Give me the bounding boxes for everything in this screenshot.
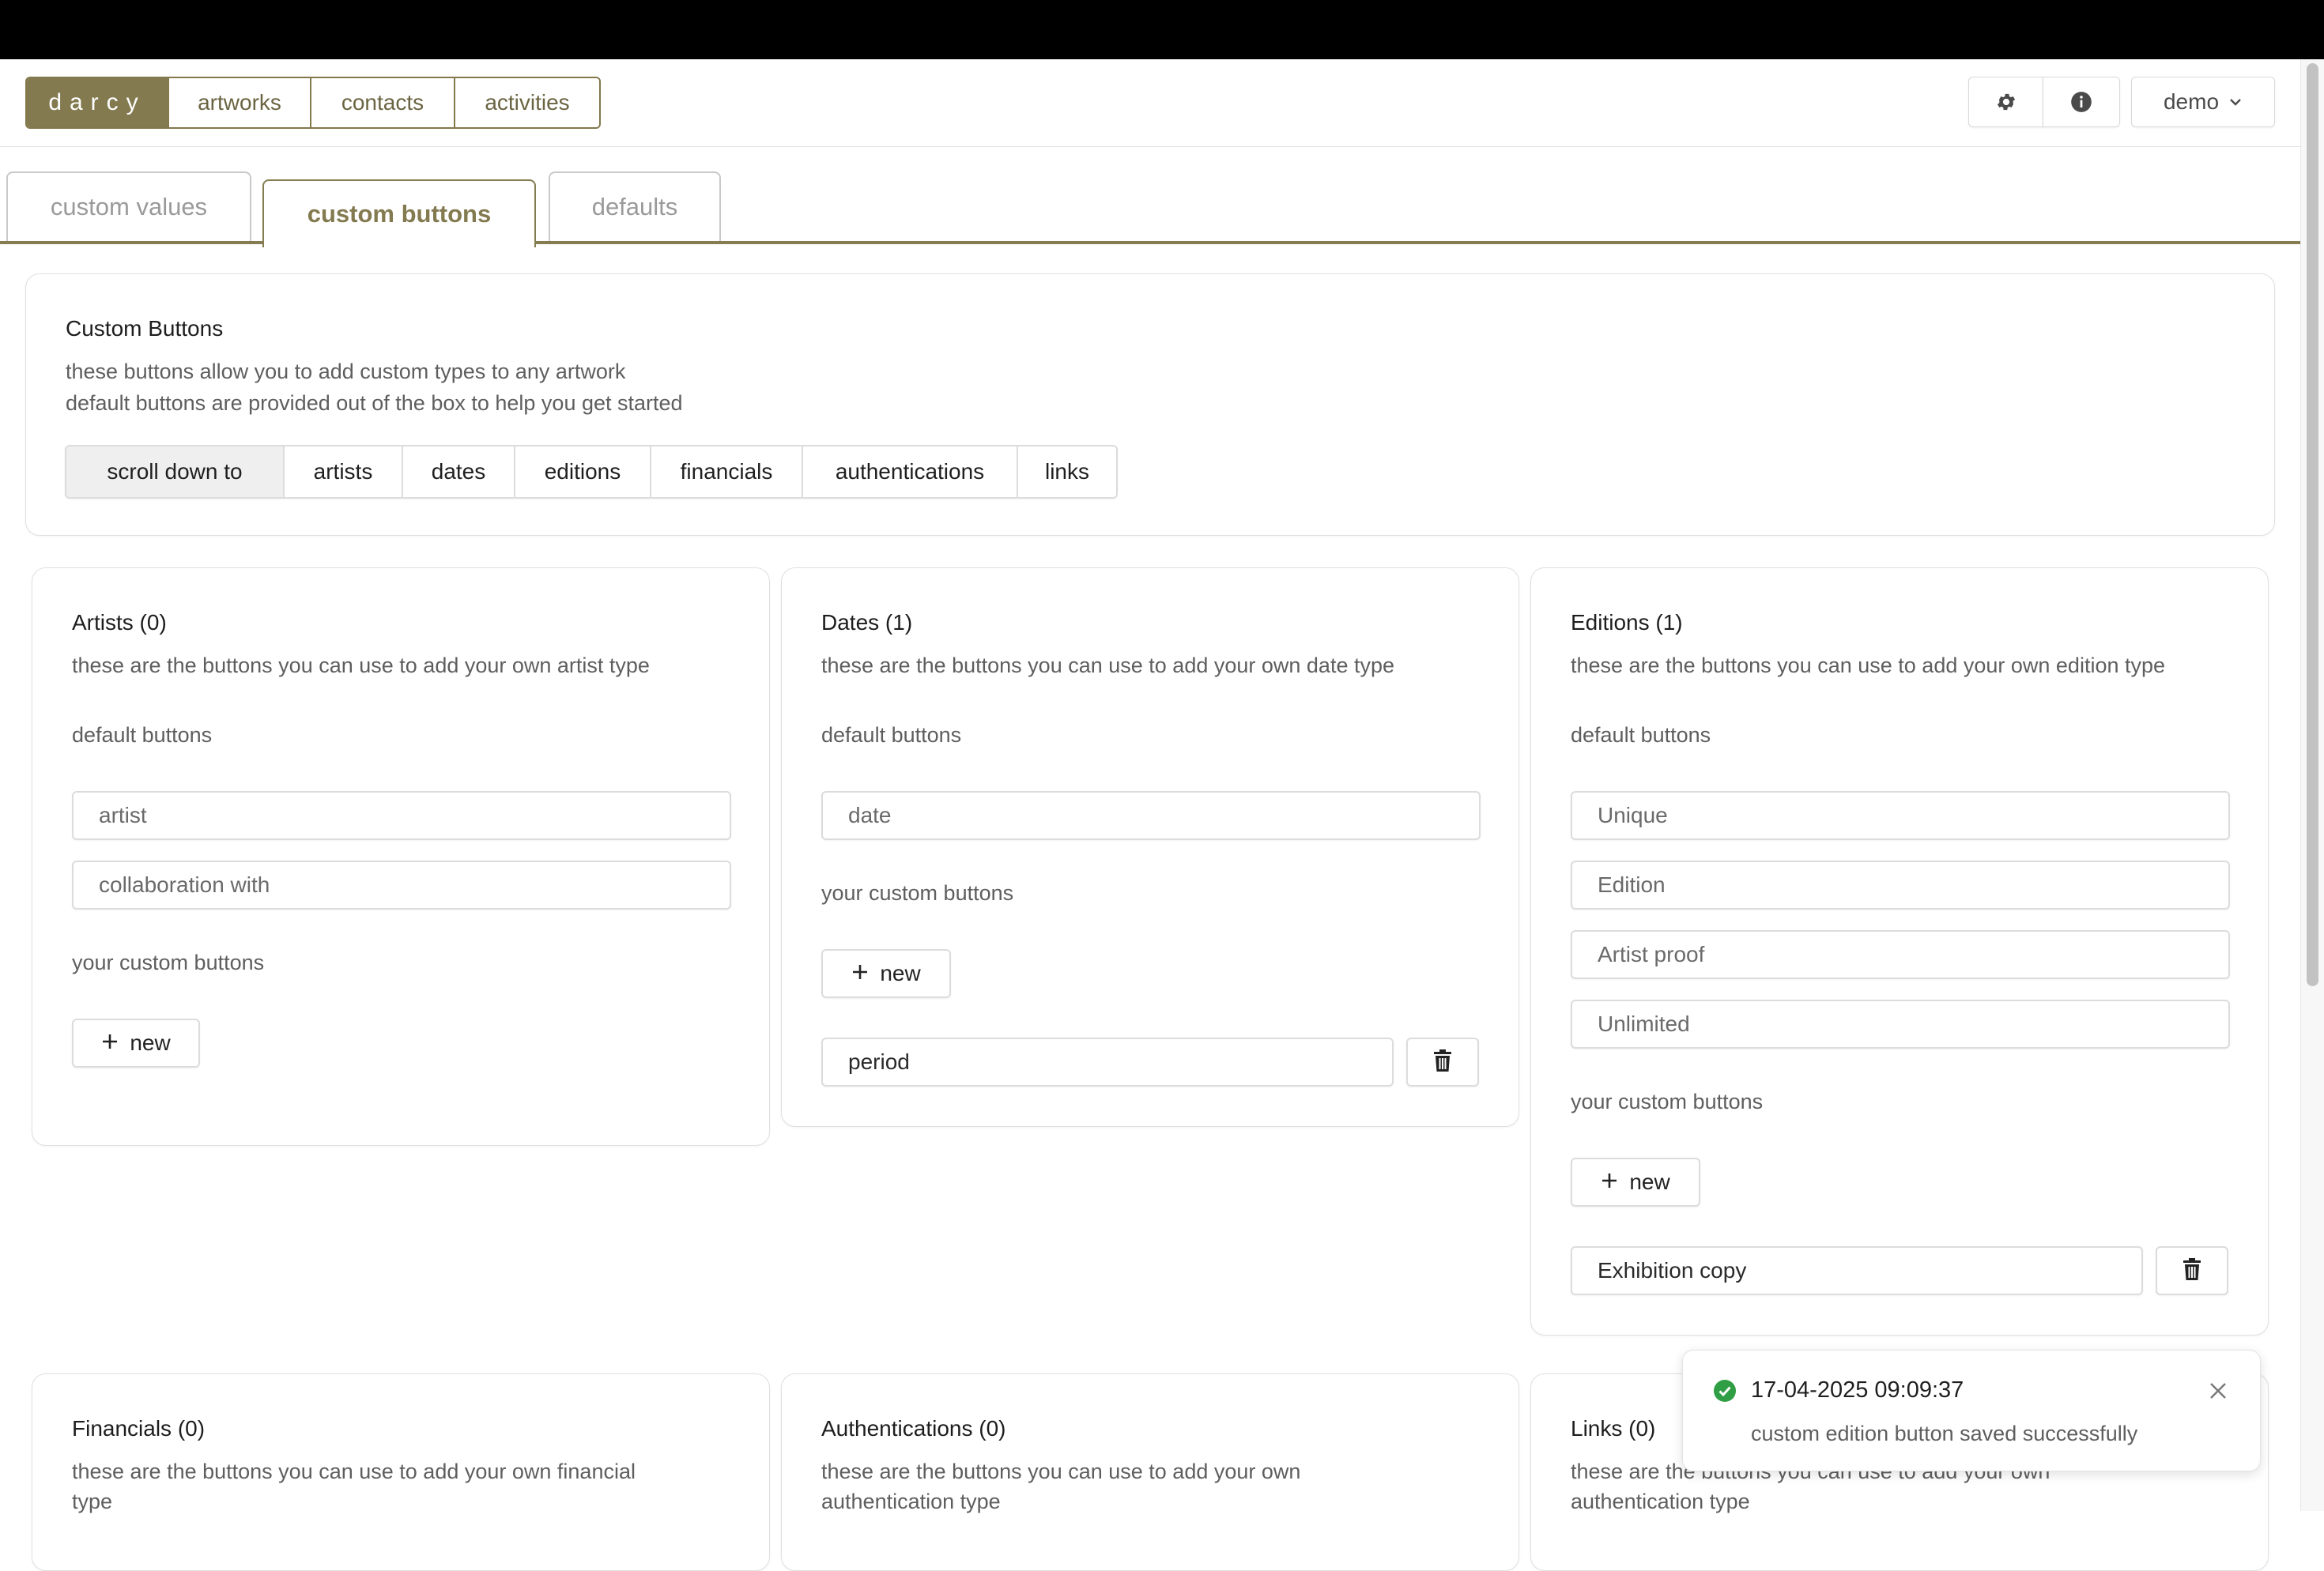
default-button-artist-proof: Artist proof bbox=[1571, 930, 2230, 979]
intro-title: Custom Buttons bbox=[66, 316, 224, 341]
user-menu-button[interactable]: demo bbox=[2131, 77, 2275, 127]
financials-title: Financials (0) bbox=[72, 1416, 206, 1441]
top-navigation: darcy artworks contacts activities demo bbox=[0, 59, 2300, 147]
info-button[interactable] bbox=[2043, 77, 2120, 127]
intro-line-2: default buttons are provided out of the … bbox=[66, 391, 683, 415]
tab-defaults[interactable]: defaults bbox=[549, 171, 721, 241]
financials-description-line-2: type bbox=[72, 1490, 113, 1513]
authentications-description-line-1: these are the buttons you can use to add… bbox=[821, 1460, 1301, 1483]
main-nav-group: darcy artworks contacts activities bbox=[25, 77, 601, 129]
custom-button-period-input[interactable]: period bbox=[821, 1038, 1394, 1087]
scroll-to-button-group: scroll down to artists dates editions fi… bbox=[65, 445, 1118, 499]
editions-new-label: new bbox=[1629, 1170, 1670, 1194]
brand-logo-button[interactable]: darcy bbox=[27, 78, 168, 127]
links-title: Links (0) bbox=[1571, 1416, 1656, 1441]
scrollbar-thumb[interactable] bbox=[2307, 63, 2318, 986]
chevron-down-icon bbox=[2228, 97, 2243, 107]
financials-card: Financials (0) these are the buttons you… bbox=[32, 1373, 770, 1571]
editions-title: Editions (1) bbox=[1571, 610, 1683, 635]
trash-icon bbox=[1432, 1049, 1453, 1076]
default-button-date: date bbox=[821, 791, 1481, 840]
default-button-unlimited: Unlimited bbox=[1571, 1000, 2230, 1049]
scroll-down-to-label: scroll down to bbox=[66, 446, 283, 497]
dates-default-label: default buttons bbox=[821, 723, 962, 747]
artists-new-button[interactable]: new bbox=[72, 1019, 200, 1068]
scroll-to-editions[interactable]: editions bbox=[514, 446, 650, 497]
tab-custom-buttons[interactable]: custom buttons bbox=[262, 179, 536, 247]
check-circle-icon bbox=[1713, 1379, 1737, 1407]
nav-activities[interactable]: activities bbox=[454, 78, 599, 127]
authentications-card: Authentications (0) these are the button… bbox=[781, 1373, 1519, 1571]
trash-icon bbox=[2182, 1257, 2202, 1285]
editions-card: Editions (1) these are the buttons you c… bbox=[1530, 567, 2269, 1336]
dates-title: Dates (1) bbox=[821, 610, 913, 635]
toast-message: custom edition button saved successfully bbox=[1751, 1422, 2138, 1445]
default-button-edition: Edition bbox=[1571, 861, 2230, 910]
artists-custom-label: your custom buttons bbox=[72, 951, 265, 974]
toast-timestamp: 17-04-2025 09:09:37 bbox=[1751, 1377, 1964, 1403]
artists-new-label: new bbox=[130, 1030, 171, 1055]
editions-new-button[interactable]: new bbox=[1571, 1158, 1700, 1207]
scroll-to-links[interactable]: links bbox=[1017, 446, 1116, 497]
nav-contacts[interactable]: contacts bbox=[310, 78, 454, 127]
artists-title: Artists (0) bbox=[72, 610, 167, 635]
dates-new-label: new bbox=[880, 961, 921, 985]
gear-icon bbox=[1995, 91, 2017, 113]
links-description-line-2: authentication type bbox=[1571, 1490, 1750, 1513]
authentications-description-line-2: authentication type bbox=[821, 1490, 1001, 1513]
window-top-bar bbox=[0, 0, 2324, 59]
plus-icon bbox=[101, 1030, 119, 1056]
dates-description: these are the buttons you can use to add… bbox=[821, 654, 1394, 677]
settings-tabs: custom values custom buttons defaults bbox=[0, 146, 2300, 247]
tab-custom-values[interactable]: custom values bbox=[6, 171, 251, 241]
scroll-to-dates[interactable]: dates bbox=[402, 446, 514, 497]
financials-description-line-1: these are the buttons you can use to add… bbox=[72, 1460, 636, 1483]
delete-exhibition-copy-button[interactable] bbox=[2156, 1246, 2228, 1295]
editions-custom-label: your custom buttons bbox=[1571, 1090, 1764, 1113]
artists-description: these are the buttons you can use to add… bbox=[72, 654, 650, 677]
scroll-to-authentications[interactable]: authentications bbox=[802, 446, 1017, 497]
custom-button-exhibition-copy-input[interactable]: Exhibition copy bbox=[1571, 1246, 2143, 1295]
scroll-to-financials[interactable]: financials bbox=[650, 446, 802, 497]
plus-icon bbox=[1601, 1170, 1618, 1195]
editions-description: these are the buttons you can use to add… bbox=[1571, 654, 2166, 677]
intro-line-1: these buttons allow you to add custom ty… bbox=[66, 360, 626, 383]
success-toast: 17-04-2025 09:09:37 custom edition butto… bbox=[1682, 1350, 2261, 1471]
default-button-artist: artist bbox=[72, 791, 731, 840]
authentications-title: Authentications (0) bbox=[821, 1416, 1006, 1441]
close-icon[interactable] bbox=[2208, 1381, 2228, 1405]
dates-custom-label: your custom buttons bbox=[821, 881, 1014, 905]
dates-card: Dates (1) these are the buttons you can … bbox=[781, 567, 1519, 1127]
user-menu-label: demo bbox=[2163, 89, 2220, 114]
delete-period-button[interactable] bbox=[1406, 1038, 1479, 1087]
plus-icon bbox=[851, 961, 869, 986]
info-icon bbox=[2070, 91, 2092, 113]
editions-default-label: default buttons bbox=[1571, 723, 1711, 747]
artists-default-label: default buttons bbox=[72, 723, 213, 747]
default-button-collaboration-with: collaboration with bbox=[72, 861, 731, 910]
scroll-to-artists[interactable]: artists bbox=[283, 446, 402, 497]
dates-new-button[interactable]: new bbox=[821, 949, 951, 998]
nav-artworks[interactable]: artworks bbox=[168, 78, 310, 127]
settings-button[interactable] bbox=[1968, 77, 2044, 127]
default-button-unique: Unique bbox=[1571, 791, 2230, 840]
artists-card: Artists (0) these are the buttons you ca… bbox=[32, 567, 770, 1146]
